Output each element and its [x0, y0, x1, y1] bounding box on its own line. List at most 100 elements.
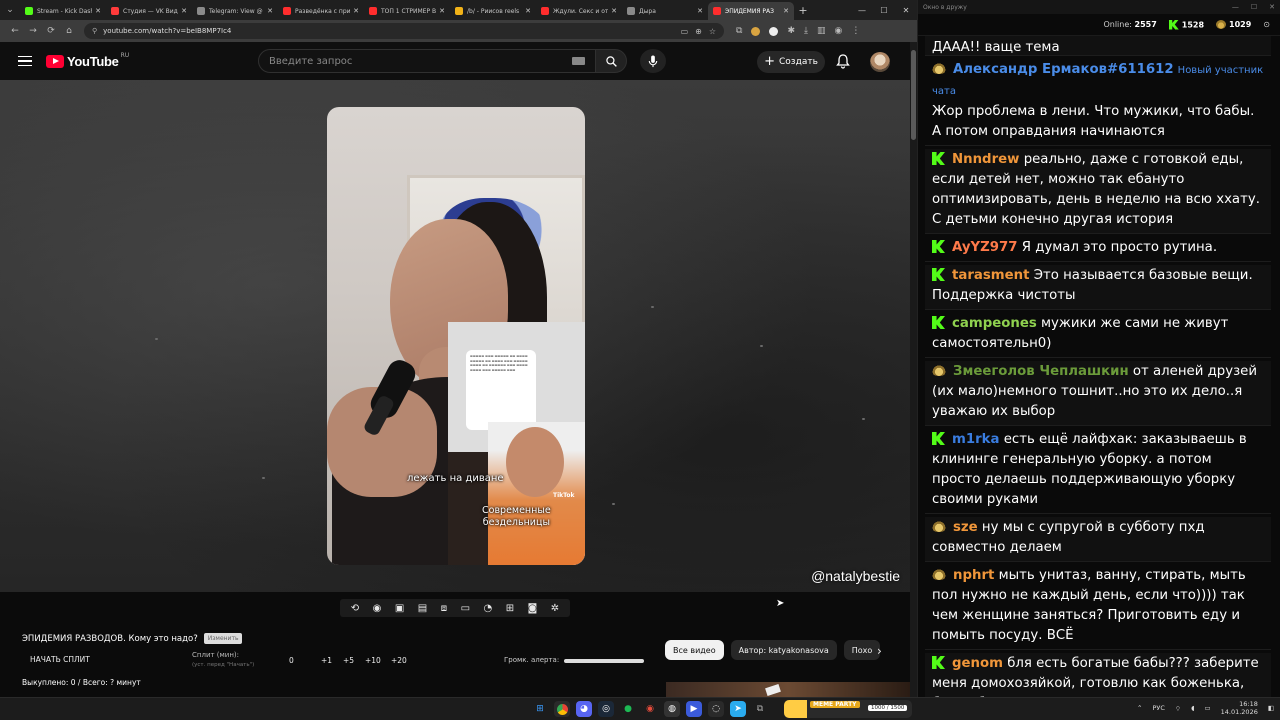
broadcast-icon[interactable]: ◉ [373, 603, 382, 614]
discord-icon[interactable]: ◕ [576, 701, 592, 717]
extensions-puzzle-icon[interactable]: ✱ [787, 26, 795, 36]
search-input[interactable]: Введите запрос [258, 49, 596, 73]
app-icon[interactable]: ◌ [708, 701, 724, 717]
chat-username[interactable]: Змееголов Чеплашкин [953, 364, 1129, 379]
browser-menu-icon[interactable]: ⋮ [851, 26, 860, 36]
minimize-icon[interactable]: — [851, 6, 873, 15]
increment-button[interactable]: +10 [365, 656, 381, 665]
split-view-icon[interactable]: ▥ [817, 26, 826, 36]
browser-tab[interactable]: /b/ - Риисов reels ✕ [450, 2, 536, 20]
chat-message-list[interactable]: ДААА!! ваще тема Александр Ермаков#611612… [918, 36, 1280, 697]
browser-tab[interactable]: Telegram: View @ ✕ [192, 2, 278, 20]
extension-icon[interactable] [751, 26, 761, 36]
browser-tab[interactable]: ТОП 1 СТРИМЕР ВС ✕ [364, 2, 450, 20]
tab-close-icon[interactable]: ✕ [439, 7, 445, 15]
speedometer-icon[interactable]: ◔ [484, 603, 493, 614]
search-button[interactable] [595, 49, 627, 73]
tab-close-icon[interactable]: ✕ [353, 7, 359, 15]
recommended-video-thumbnail[interactable] [666, 682, 910, 697]
start-split-button[interactable]: НАЧАТЬ СПЛИТ [30, 655, 90, 664]
reload-icon[interactable]: ⟳ [42, 26, 60, 36]
maximize-icon[interactable]: ☐ [1251, 3, 1257, 11]
bookmark-star-icon[interactable]: ☆ [709, 27, 716, 36]
chat-username[interactable]: nphrt [953, 568, 994, 583]
extensions-icon[interactable]: ⧉ [736, 26, 742, 36]
close-icon[interactable]: ✕ [895, 6, 917, 15]
chrome-icon[interactable] [554, 701, 570, 717]
tab-close-icon[interactable]: ✕ [525, 7, 531, 15]
minimize-icon[interactable]: — [1232, 3, 1239, 11]
back-icon[interactable]: ← [6, 26, 24, 36]
new-tab-button[interactable]: + [794, 4, 812, 17]
increment-button[interactable]: +1 [321, 656, 332, 665]
account-avatar[interactable] [870, 52, 890, 72]
close-icon[interactable]: ✕ [1269, 3, 1275, 11]
tab-close-icon[interactable]: ✕ [95, 7, 101, 15]
chat-settings-icon[interactable]: ⊙ [1263, 20, 1270, 29]
tab-close-icon[interactable]: ✕ [611, 7, 617, 15]
alert-volume-slider[interactable] [564, 659, 644, 663]
notifications-bell-icon[interactable] [836, 54, 850, 73]
theater-mode-icon[interactable]: ▭ [461, 603, 470, 614]
settings-gear-icon[interactable]: ✲ [551, 603, 559, 614]
add-clip-icon[interactable]: ⊞ [506, 603, 514, 614]
meme-party-widget[interactable]: MEME PARTY 1000 / 1500 [784, 700, 912, 718]
chat-username[interactable]: Александр Ермаков#611612 [953, 62, 1174, 77]
spotify-icon[interactable]: ● [620, 701, 636, 717]
maximize-icon[interactable]: ☐ [873, 6, 895, 15]
keyboard-icon[interactable] [572, 57, 585, 65]
address-bar[interactable]: ⚲ youtube.com/watch?v=beIB8MP7Ic4 ▭ ⊕ ☆ [84, 23, 724, 39]
chat-username[interactable]: sze [953, 520, 978, 535]
chat-username[interactable]: AyYZ977 [952, 240, 1018, 255]
browser-tab[interactable]: Ждули. Секс и отн ✕ [536, 2, 622, 20]
profile-icon[interactable]: ◉ [834, 26, 842, 36]
clapperboard-icon[interactable]: ▤ [418, 603, 427, 614]
app-icon[interactable]: ⧉ [752, 701, 768, 717]
create-button[interactable]: + Создать [757, 51, 825, 73]
notifications-icon[interactable]: ◧ [1268, 704, 1274, 712]
speed-icon[interactable]: ▣ [395, 603, 404, 614]
tab-close-icon[interactable]: ✕ [697, 7, 703, 15]
chat-username[interactable]: genom [952, 656, 1003, 671]
browser-tab[interactable]: Студия — VK Видео✕ [106, 2, 192, 20]
battery-icon[interactable]: ▭ [1204, 704, 1210, 712]
youtube-logo[interactable]: YouTube RU [46, 52, 129, 69]
split-value[interactable]: 0 [289, 656, 294, 665]
screenshot-camera-icon[interactable]: ◙ [528, 603, 538, 614]
media-player-icon[interactable]: ▶ [686, 701, 702, 717]
steam-icon[interactable]: ◎ [598, 701, 614, 717]
telegram-icon[interactable]: ➤ [730, 701, 746, 717]
video-player[interactable]: ▬▬▬▬▬ ▬▬▬ ▬▬▬▬▬ ▬▬ ▬▬▬▬ ▬▬▬▬▬ ▬▬ ▬▬▬▬ ▬▬… [0, 80, 910, 592]
site-info-icon[interactable]: ⚲ [92, 27, 97, 35]
obs-icon[interactable]: ◍ [664, 701, 680, 717]
chip-all-videos[interactable]: Все видео [665, 640, 724, 660]
forward-icon[interactable]: → [24, 26, 42, 36]
tab-close-icon[interactable]: ✕ [783, 7, 789, 15]
tab-close-icon[interactable]: ✕ [267, 7, 273, 15]
tray-chevron-icon[interactable]: ⌃ [1137, 704, 1142, 712]
volume-icon[interactable]: ◖ [1191, 704, 1194, 712]
page-scrollbar[interactable] [910, 42, 917, 697]
tab-close-icon[interactable]: ✕ [181, 7, 187, 15]
tab-search-icon[interactable]: ⌄ [0, 0, 20, 20]
voice-search-button[interactable] [640, 49, 666, 73]
clock[interactable]: 16:18 14.01.2026 [1221, 700, 1258, 716]
windows-start-icon[interactable]: ⊞ [532, 701, 548, 717]
chip-similar[interactable]: Похо [843, 640, 881, 660]
chat-username[interactable]: tarasment [952, 268, 1029, 283]
loop-icon[interactable]: ⟲ [351, 603, 359, 614]
chat-username[interactable]: m1rka [952, 432, 999, 447]
chip-author[interactable]: Автор: katyakonasova [730, 640, 837, 660]
home-icon[interactable]: ⌂ [60, 26, 78, 36]
app-icon[interactable]: ◉ [642, 701, 658, 717]
download-icon[interactable]: ⤓ [804, 26, 808, 36]
chat-username[interactable]: Nnndrew [952, 152, 1019, 167]
increment-button[interactable]: +5 [343, 656, 354, 665]
zoom-icon[interactable]: ⊕ [695, 27, 702, 36]
browser-tab[interactable]: Дыра ✕ [622, 2, 708, 20]
picture-in-picture-icon[interactable]: ⧈ [441, 603, 447, 614]
cast-icon[interactable]: ▭ [681, 27, 689, 36]
browser-tab[interactable]: Stream - Kick Dashboard✕ [20, 2, 106, 20]
language-indicator[interactable]: РУС [1152, 704, 1164, 712]
browser-tab[interactable]: ЭПИДЕМИЯ РАЗ ✕ [708, 2, 794, 20]
